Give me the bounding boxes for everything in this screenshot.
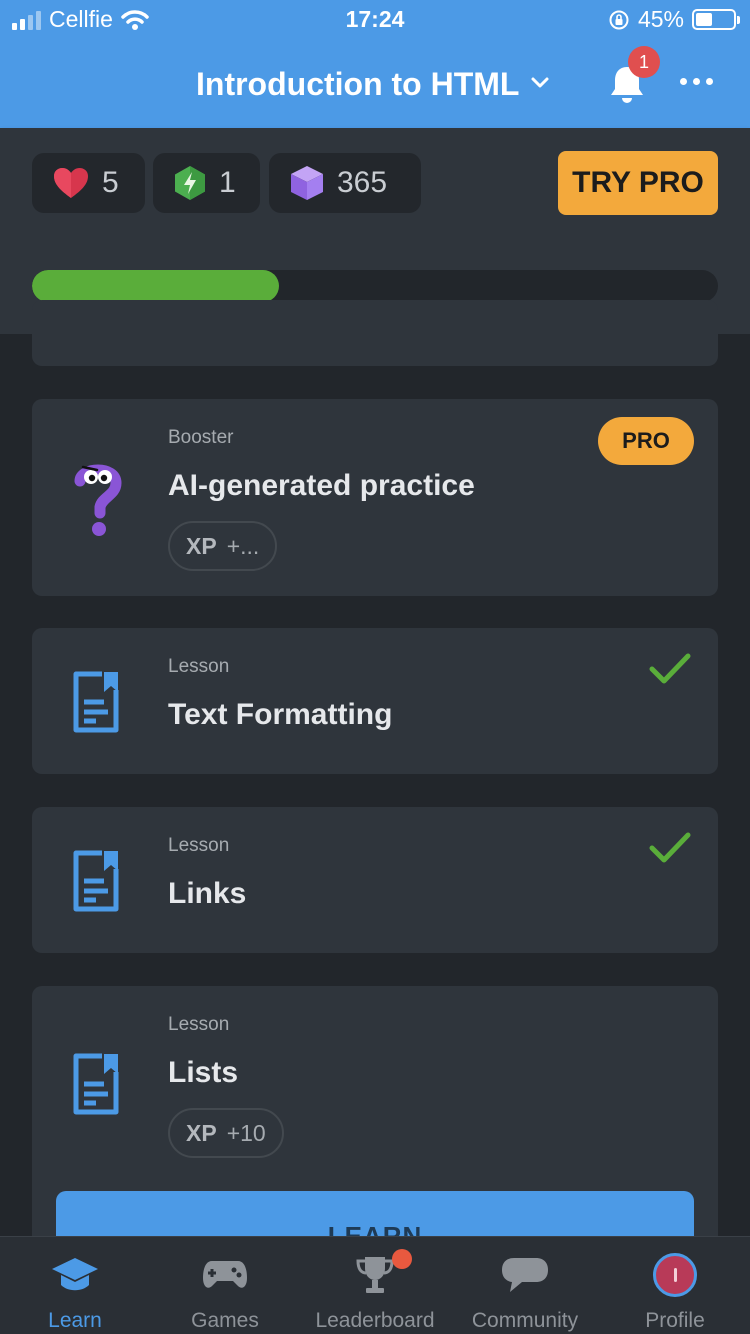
rotation-lock-icon	[609, 10, 629, 29]
previous-card[interactable]	[32, 300, 718, 366]
graduation-cap-icon	[0, 1253, 150, 1297]
battery-percent: 45%	[637, 6, 684, 32]
energy-count: 1	[219, 166, 236, 199]
pro-badge: PRO	[598, 417, 694, 465]
hearts-count: 5	[102, 166, 119, 199]
card-type-label: Booster	[168, 427, 234, 448]
lightning-icon	[173, 165, 207, 201]
checkmark-icon	[649, 832, 691, 863]
lesson-card-text-formatting[interactable]: Lesson Text Formatting	[32, 628, 718, 774]
card-type-label: Lesson	[168, 835, 230, 856]
more-icon[interactable]	[680, 78, 713, 85]
card-title: Lists	[168, 1056, 239, 1089]
lesson-card-links[interactable]: Lesson Links	[32, 807, 718, 953]
xp-pill: XP +...	[168, 521, 278, 571]
tab-label: Leaderboard	[315, 1309, 435, 1332]
hearts-chip[interactable]: 5	[32, 153, 145, 213]
trophy-icon	[300, 1253, 450, 1297]
avatar	[600, 1253, 750, 1297]
lesson-document-icon	[70, 849, 122, 918]
card-title: Links	[168, 877, 247, 910]
tab-leaderboard[interactable]: Leaderboard	[300, 1237, 450, 1334]
tab-games[interactable]: Games	[150, 1237, 300, 1334]
battery-icon	[692, 9, 740, 30]
title-row: Introduction to HTML 1	[0, 46, 750, 110]
xp-value: +...	[226, 532, 260, 559]
tab-label: Community	[471, 1309, 579, 1332]
notification-badge: 1	[628, 46, 660, 78]
try-pro-button[interactable]: TRY PRO	[558, 151, 718, 215]
card-type-label: Lesson	[168, 1014, 230, 1035]
gems-chip[interactable]: 365	[269, 153, 421, 213]
xp-label: XP	[186, 532, 217, 559]
gamepad-icon	[150, 1253, 300, 1297]
gem-cube-icon	[289, 164, 325, 202]
leaderboard-notification-dot	[392, 1249, 412, 1269]
card-type-label: Lesson	[168, 656, 230, 677]
tab-label: Learn	[48, 1309, 102, 1332]
chevron-down-icon[interactable]	[530, 76, 550, 90]
stats-bar: 5 1 365 TRY PRO	[0, 128, 750, 238]
lesson-document-icon	[70, 670, 122, 739]
bottom-tab-bar: Learn Games Leaderboard Community Profil…	[0, 1236, 750, 1334]
tab-label: Games	[191, 1309, 259, 1332]
xp-label: XP	[186, 1119, 217, 1146]
chat-bubble-icon	[450, 1253, 600, 1297]
progress-fill	[32, 270, 279, 302]
heart-icon	[52, 166, 90, 200]
card-title: AI-generated practice	[168, 469, 475, 502]
card-title: Text Formatting	[168, 698, 393, 731]
gems-count: 365	[337, 166, 388, 199]
checkmark-icon	[649, 653, 691, 684]
booster-card[interactable]: Booster AI-generated practice XP +... PR…	[32, 399, 718, 596]
xp-value: +10	[226, 1119, 266, 1146]
status-bar: Cellfie 17:24 45%	[0, 0, 750, 40]
tab-learn[interactable]: Learn	[0, 1237, 150, 1334]
xp-pill: XP +10	[168, 1108, 284, 1158]
question-mascot-icon	[72, 459, 124, 544]
course-title[interactable]: Introduction to HTML	[196, 66, 519, 103]
lesson-document-icon	[70, 1052, 122, 1121]
tab-community[interactable]: Community	[450, 1237, 600, 1334]
tab-label: Profile	[645, 1309, 705, 1332]
app-header: Cellfie 17:24 45% Introduction to HTML 1	[0, 0, 750, 128]
tab-profile[interactable]: Profile	[600, 1237, 750, 1334]
status-right: 45%	[608, 6, 740, 33]
energy-chip[interactable]: 1	[153, 153, 260, 213]
progress-track	[32, 270, 718, 302]
